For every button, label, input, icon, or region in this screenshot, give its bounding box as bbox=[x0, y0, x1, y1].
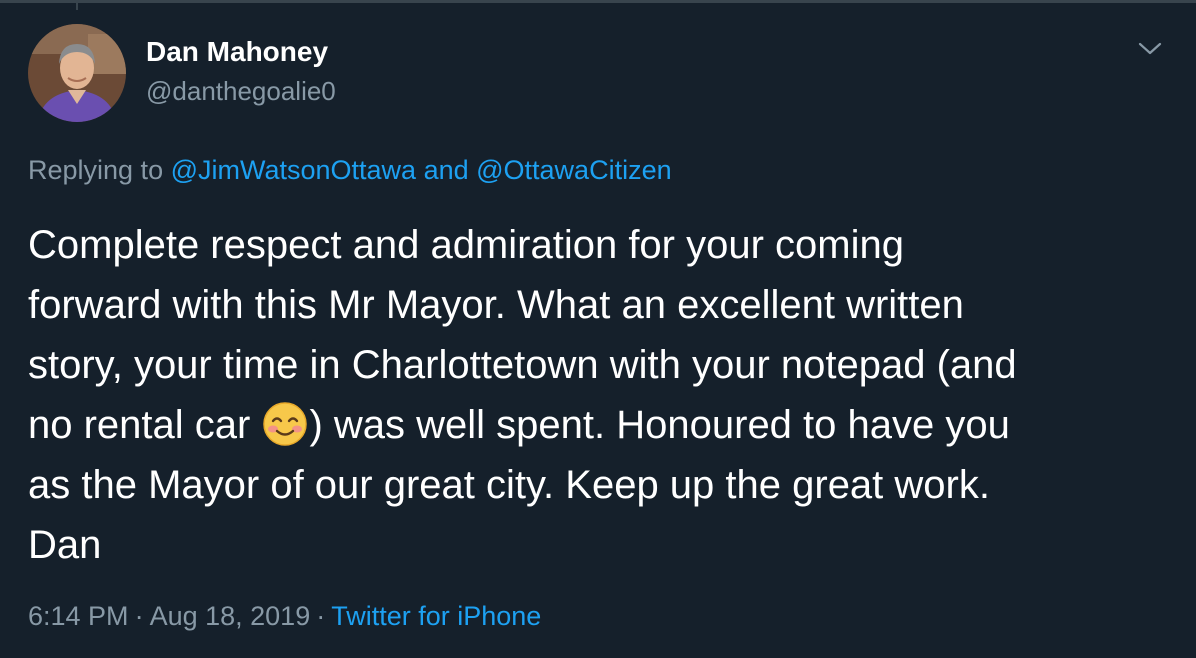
tweet-card: Dan Mahoney @danthegoalie0 Replying to @… bbox=[0, 0, 1196, 658]
avatar-image bbox=[28, 24, 126, 122]
tweet-text-line: no rental car ) was well spent. Honoured… bbox=[28, 395, 1173, 455]
tweet-text-segment: no rental car bbox=[28, 403, 262, 447]
tweet-text-line: as the Mayor of our great city. Keep up … bbox=[28, 463, 990, 507]
tweet-text-line: forward with this Mr Mayor. What an exce… bbox=[28, 283, 964, 327]
tweet-text-line: story, your time in Charlottetown with y… bbox=[28, 343, 1017, 387]
tweet-meta: 6:14 PM · Aug 18, 2019 · Twitter for iPhone bbox=[28, 601, 541, 632]
tweet-text-line: Complete respect and admiration for your… bbox=[28, 223, 904, 267]
tweet-source-link[interactable]: Twitter for iPhone bbox=[331, 601, 541, 631]
tweet-text-segment: ) was well spent. Honoured to have you bbox=[309, 403, 1010, 447]
mention-link-jimwatsonottawa[interactable]: @JimWatsonOttawa bbox=[171, 155, 416, 185]
top-divider bbox=[0, 0, 1196, 3]
tweet-text-line: Dan bbox=[28, 523, 102, 567]
chevron-down-icon[interactable] bbox=[1136, 36, 1164, 60]
tweet-text: Complete respect and admiration for your… bbox=[28, 215, 1173, 575]
replying-to-conjunction[interactable]: and bbox=[416, 155, 476, 185]
replying-to-prefix: Replying to bbox=[28, 155, 171, 185]
thread-connector bbox=[76, 0, 78, 10]
tweet-time[interactable]: 6:14 PM bbox=[28, 601, 129, 631]
author-handle[interactable]: @danthegoalie0 bbox=[146, 76, 336, 107]
smiling-face-emoji-icon bbox=[262, 401, 308, 447]
mention-link-ottawacitizen[interactable]: @OttawaCitizen bbox=[476, 155, 671, 185]
meta-separator: · bbox=[134, 601, 144, 631]
tweet-date[interactable]: Aug 18, 2019 bbox=[150, 601, 311, 631]
meta-separator: · bbox=[316, 601, 326, 631]
avatar[interactable] bbox=[28, 24, 126, 122]
author-name[interactable]: Dan Mahoney bbox=[146, 36, 328, 68]
replying-to: Replying to @JimWatsonOttawa and @Ottawa… bbox=[28, 155, 672, 186]
